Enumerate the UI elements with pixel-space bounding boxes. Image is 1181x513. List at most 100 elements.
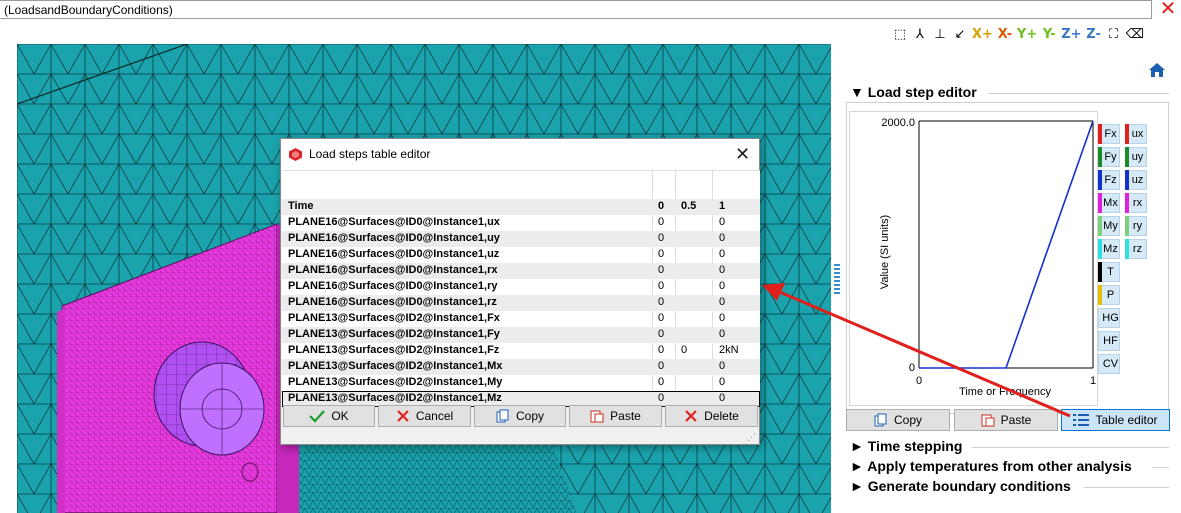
- table-row[interactable]: PLANE16@Surfaces@ID0@Instance1,uz 0 0: [282, 247, 760, 263]
- view-z-minus-button[interactable]: Z-: [1086, 27, 1102, 42]
- axes-flat-icon[interactable]: ⊥: [932, 27, 948, 42]
- value-cell[interactable]: 0: [658, 311, 678, 326]
- value-cell[interactable]: 0: [719, 263, 759, 278]
- right-panel: ▼ Load step editor 2000.0 0 0 1 Time or …: [840, 78, 1175, 513]
- legend-fz-button[interactable]: Fz: [1098, 170, 1120, 190]
- legend-uy-button[interactable]: uy: [1125, 147, 1147, 167]
- value-cell[interactable]: 0: [658, 391, 678, 406]
- value-cell[interactable]: 0: [658, 375, 678, 390]
- table-row[interactable]: PLANE13@Surfaces@ID2@Instance1,Fx 0 0: [282, 311, 760, 327]
- y-max-label: 2000.0: [881, 117, 915, 129]
- ok-button[interactable]: OK: [283, 405, 375, 427]
- value-cell[interactable]: 0: [719, 279, 759, 294]
- table-row[interactable]: PLANE13@Surfaces@ID2@Instance1,Fz 0 0 2kN: [282, 343, 760, 359]
- load-step-editor-title: Load step editor: [867, 84, 977, 100]
- copy-button[interactable]: Copy: [474, 405, 566, 427]
- legend-ry-button[interactable]: ry: [1125, 216, 1147, 236]
- value-cell[interactable]: 0: [658, 327, 678, 342]
- resize-grip-icon[interactable]: ⋰: [747, 432, 756, 443]
- row-label-cell: PLANE13@Surfaces@ID2@Instance1,Fz: [288, 344, 500, 356]
- legend-cv-button[interactable]: CV: [1098, 354, 1120, 374]
- select-box-icon[interactable]: ⬚: [892, 27, 908, 42]
- copy-icon: [874, 413, 887, 427]
- axes-icon[interactable]: ⅄: [912, 27, 928, 42]
- view-z-plus-button[interactable]: Z+: [1061, 27, 1081, 42]
- legend-p-button[interactable]: P: [1098, 285, 1120, 305]
- legend-fx-button[interactable]: Fx: [1098, 124, 1120, 144]
- cancel-label: Cancel: [415, 409, 454, 423]
- table-row[interactable]: PLANE16@Surfaces@ID0@Instance1,ux 0 0: [282, 215, 760, 231]
- value-cell[interactable]: 0: [719, 391, 759, 406]
- section-generate-bc[interactable]: ► Generate boundary conditions: [850, 478, 1071, 494]
- value-cell[interactable]: 0: [719, 215, 759, 230]
- value-cell[interactable]: 0: [658, 279, 678, 294]
- divider: [1084, 487, 1169, 488]
- table-row[interactable]: PLANE13@Surfaces@ID2@Instance1,My 0 0: [282, 375, 760, 391]
- value-cell[interactable]: 0: [658, 199, 678, 214]
- value-cell[interactable]: 0: [719, 247, 759, 262]
- view-y-plus-button[interactable]: Y+: [1017, 27, 1037, 42]
- value-cell[interactable]: 0: [658, 263, 678, 278]
- value-cell[interactable]: 0: [658, 215, 678, 230]
- value-cell[interactable]: 0: [719, 311, 759, 326]
- legend-hf-button[interactable]: HF: [1098, 331, 1120, 351]
- ok-label: OK: [331, 409, 349, 423]
- legend-my-button[interactable]: My: [1098, 216, 1120, 236]
- legend-rx-button[interactable]: rx: [1125, 193, 1147, 213]
- legend-rz-button[interactable]: rz: [1125, 239, 1147, 259]
- value-cell[interactable]: 0: [719, 231, 759, 246]
- copy-icon: [496, 409, 509, 423]
- section-apply-temperatures[interactable]: ► Apply temperatures from other analysis: [850, 458, 1132, 474]
- table-row[interactable]: PLANE16@Surfaces@ID0@Instance1,rx 0 0: [282, 263, 760, 279]
- dialog-close-icon[interactable]: ✕: [735, 144, 750, 164]
- cancel-button[interactable]: Cancel: [378, 405, 471, 427]
- fit-view-icon[interactable]: ⛶: [1106, 27, 1122, 42]
- x-min-label: 0: [916, 375, 922, 387]
- value-cell[interactable]: 0: [658, 359, 678, 374]
- copy-label: Copy: [515, 409, 544, 423]
- axes-iso-icon[interactable]: ↙: [952, 27, 968, 42]
- value-cell[interactable]: 0: [719, 375, 759, 390]
- panel-paste-button[interactable]: Paste: [954, 409, 1058, 431]
- section-time-stepping-label: Time stepping: [867, 438, 963, 454]
- value-cell[interactable]: 0: [719, 295, 759, 310]
- section-time-stepping[interactable]: ► Time stepping: [850, 438, 962, 454]
- cancel-x-icon: [397, 410, 409, 422]
- delete-button[interactable]: Delete: [665, 405, 758, 427]
- table-row[interactable]: PLANE13@Surfaces@ID2@Instance1,Mx 0 0: [282, 359, 760, 375]
- value-cell[interactable]: 1: [719, 199, 759, 214]
- legend-mx-button[interactable]: Mx: [1098, 193, 1120, 213]
- value-cell[interactable]: 0: [681, 343, 706, 358]
- table-row[interactable]: PLANE16@Surfaces@ID0@Instance1,uy 0 0: [282, 231, 760, 247]
- view-x-minus-button[interactable]: X-: [997, 27, 1013, 42]
- table-row[interactable]: PLANE13@Surfaces@ID2@Instance1,Fy 0 0: [282, 327, 760, 343]
- view-x-plus-button[interactable]: X+: [972, 27, 993, 42]
- legend-hg-button[interactable]: HG: [1098, 308, 1120, 328]
- table-header-row[interactable]: Time 0 0.5 1: [282, 199, 760, 215]
- close-icon[interactable]: ✕: [1157, 0, 1179, 19]
- value-cell[interactable]: 0: [719, 327, 759, 342]
- view-y-minus-button[interactable]: Y-: [1041, 27, 1057, 42]
- model-name-field[interactable]: (LoadsandBoundaryConditions): [0, 0, 1152, 19]
- value-cell[interactable]: 0.5: [681, 199, 706, 214]
- eraser-icon[interactable]: ⌫: [1126, 27, 1144, 42]
- home-icon[interactable]: [1148, 61, 1166, 79]
- value-cell[interactable]: 0: [658, 295, 678, 310]
- legend-mz-button[interactable]: Mz: [1098, 239, 1120, 259]
- legend-ux-button[interactable]: ux: [1125, 124, 1147, 144]
- value-cell[interactable]: 0: [719, 359, 759, 374]
- load-step-editor-header[interactable]: ▼ Load step editor: [850, 84, 977, 100]
- legend-uz-button[interactable]: uz: [1125, 170, 1147, 190]
- table-editor-button[interactable]: Table editor: [1061, 409, 1170, 431]
- value-cell[interactable]: 0: [658, 343, 678, 358]
- value-cell[interactable]: 0: [658, 247, 678, 262]
- table-row[interactable]: PLANE16@Surfaces@ID0@Instance1,ry 0 0: [282, 279, 760, 295]
- paste-button[interactable]: Paste: [569, 405, 662, 427]
- value-cell[interactable]: 0: [658, 231, 678, 246]
- legend-fy-button[interactable]: Fy: [1098, 147, 1120, 167]
- table-row[interactable]: PLANE16@Surfaces@ID0@Instance1,rz 0 0: [282, 295, 760, 311]
- dialog-title-bar[interactable]: Load steps table editor ✕: [281, 139, 759, 170]
- legend-t-button[interactable]: T: [1098, 262, 1120, 282]
- value-cell[interactable]: 2kN: [719, 343, 759, 358]
- panel-copy-button[interactable]: Copy: [846, 409, 950, 431]
